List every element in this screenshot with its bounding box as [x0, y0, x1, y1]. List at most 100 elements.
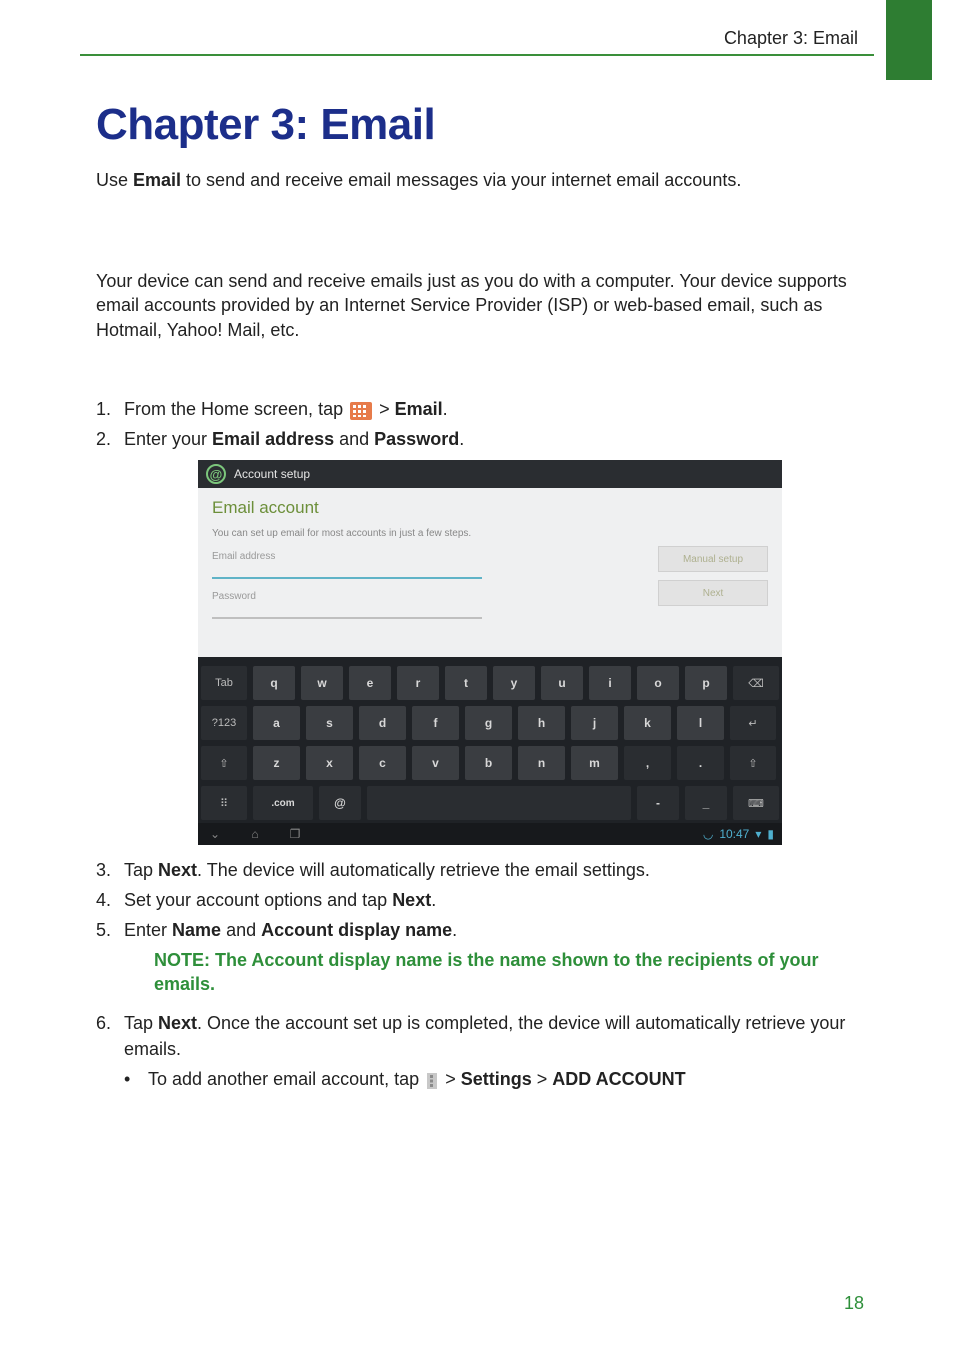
step-num: 3. — [96, 857, 124, 883]
steps-list-end: 6. Tap Next. Once the account set up is … — [96, 1010, 858, 1062]
key-voice[interactable]: ⠿ — [201, 786, 247, 820]
section-paragraph: Your device can send and receive emails … — [96, 269, 858, 342]
email-icon: @ — [206, 464, 226, 484]
step3-post: . The device will automatically retrieve… — [197, 860, 650, 880]
step-6: 6. Tap Next. Once the account set up is … — [96, 1010, 858, 1062]
step2-mid: and — [334, 429, 374, 449]
step4-pre: Set your account options and tap — [124, 890, 392, 910]
s6b-gt2: > — [532, 1069, 553, 1089]
key-k[interactable]: k — [624, 706, 671, 740]
s6b-b1: Settings — [461, 1069, 532, 1089]
steps-list: 1. From the Home screen, tap > Email. 2.… — [96, 396, 858, 452]
key-r[interactable]: r — [397, 666, 439, 700]
key-c[interactable]: c — [359, 746, 406, 780]
key-z[interactable]: z — [253, 746, 300, 780]
step3-b1: Next — [158, 860, 197, 880]
step2-pre: Enter your — [124, 429, 212, 449]
step4-b1: Next — [392, 890, 431, 910]
signal-icon: ▾ — [755, 827, 761, 841]
key-comma[interactable]: , — [624, 746, 671, 780]
key-tab[interactable]: Tab — [201, 666, 247, 700]
key-j[interactable]: j — [571, 706, 618, 740]
key-period[interactable]: . — [677, 746, 724, 780]
steps-list-continued: 3. Tap Next. The device will automatical… — [96, 857, 858, 943]
key-e[interactable]: e — [349, 666, 391, 700]
intro-paragraph: Use Email to send and receive email mess… — [96, 168, 858, 193]
intro-bold: Email — [133, 170, 181, 190]
key-x[interactable]: x — [306, 746, 353, 780]
key-i[interactable]: i — [589, 666, 631, 700]
key-w[interactable]: w — [301, 666, 343, 700]
apps-grid-icon — [350, 401, 372, 419]
overflow-menu-icon — [427, 1073, 437, 1089]
key-u[interactable]: u — [541, 666, 583, 700]
note-label: NOTE: — [154, 950, 210, 970]
key-backspace[interactable]: ⌫ — [733, 666, 779, 700]
account-setup-form: Email account You can set up email for m… — [198, 488, 782, 657]
intro-pre: Use — [96, 170, 133, 190]
key-d[interactable]: d — [359, 706, 406, 740]
onscreen-keyboard: Tab q w e r t y u i o p ⌫ ?123 — [198, 657, 782, 845]
key-shift-right[interactable]: ⇧ — [730, 746, 776, 780]
page-number: 18 — [844, 1293, 864, 1314]
s6b-pre: To add another email account, tap — [148, 1069, 424, 1089]
step-num: 4. — [96, 887, 124, 913]
screenshot-topbar: @ Account setup — [198, 460, 782, 488]
nav-back-icon[interactable]: ⌄ — [206, 827, 224, 841]
manual-setup-button[interactable]: Manual setup — [658, 546, 768, 572]
key-s[interactable]: s — [306, 706, 353, 740]
key-space[interactable] — [367, 786, 631, 820]
key-shift-left[interactable]: ⇧ — [201, 746, 247, 780]
nav-home-icon[interactable]: ⌂ — [246, 827, 264, 841]
key-b[interactable]: b — [465, 746, 512, 780]
key-v[interactable]: v — [412, 746, 459, 780]
header-divider — [80, 54, 874, 56]
key-symbols[interactable]: ?123 — [201, 706, 247, 740]
key-p[interactable]: p — [685, 666, 727, 700]
key-f[interactable]: f — [412, 706, 459, 740]
nav-recent-icon[interactable]: ❐ — [286, 827, 304, 841]
step-3: 3. Tap Next. The device will automatical… — [96, 857, 858, 883]
screenshot-wrapper: @ Account setup Email account You can se… — [198, 460, 858, 845]
key-n[interactable]: n — [518, 746, 565, 780]
key-a[interactable]: a — [253, 706, 300, 740]
key-h[interactable]: h — [518, 706, 565, 740]
step-num: 5. — [96, 917, 124, 943]
next-button[interactable]: Next — [658, 580, 768, 606]
step6-b1: Next — [158, 1013, 197, 1033]
email-field[interactable] — [212, 563, 482, 579]
intro-post: to send and receive email messages via y… — [181, 170, 741, 190]
key-keyboard-toggle[interactable]: ⌨ — [733, 786, 779, 820]
key-enter[interactable]: ↵ — [730, 706, 776, 740]
key-at[interactable]: @ — [319, 786, 361, 820]
step-num: 1. — [96, 396, 124, 422]
step3-pre: Tap — [124, 860, 158, 880]
key-t[interactable]: t — [445, 666, 487, 700]
key-l[interactable]: l — [677, 706, 724, 740]
key-m[interactable]: m — [571, 746, 618, 780]
form-subtitle: You can set up email for most accounts i… — [212, 528, 768, 539]
step1-bold: Email — [395, 399, 443, 419]
status-bar: ◡ 10:47 ▾ ▮ — [703, 827, 774, 841]
key-o[interactable]: o — [637, 666, 679, 700]
breadcrumb: Chapter 3: Email — [724, 28, 858, 49]
key-underscore[interactable]: _ — [685, 786, 727, 820]
s6b-gt1: > — [445, 1069, 461, 1089]
step2-post: . — [459, 429, 464, 449]
step6-pre: Tap — [124, 1013, 158, 1033]
step5-pre: Enter — [124, 920, 172, 940]
step-num: 6. — [96, 1010, 124, 1062]
step5-note: NOTE: The Account display name is the na… — [154, 948, 858, 997]
password-field[interactable] — [212, 603, 482, 619]
key-dash[interactable]: - — [637, 786, 679, 820]
battery-icon: ▮ — [767, 827, 774, 841]
step2-b2: Password — [374, 429, 459, 449]
key-g[interactable]: g — [465, 706, 512, 740]
step-5: 5. Enter Name and Account display name. — [96, 917, 858, 943]
step5-mid: and — [221, 920, 261, 940]
form-title: Email account — [212, 498, 768, 518]
key-y[interactable]: y — [493, 666, 535, 700]
step4-post: . — [431, 890, 436, 910]
key-dotcom[interactable]: .com — [253, 786, 313, 820]
key-q[interactable]: q — [253, 666, 295, 700]
